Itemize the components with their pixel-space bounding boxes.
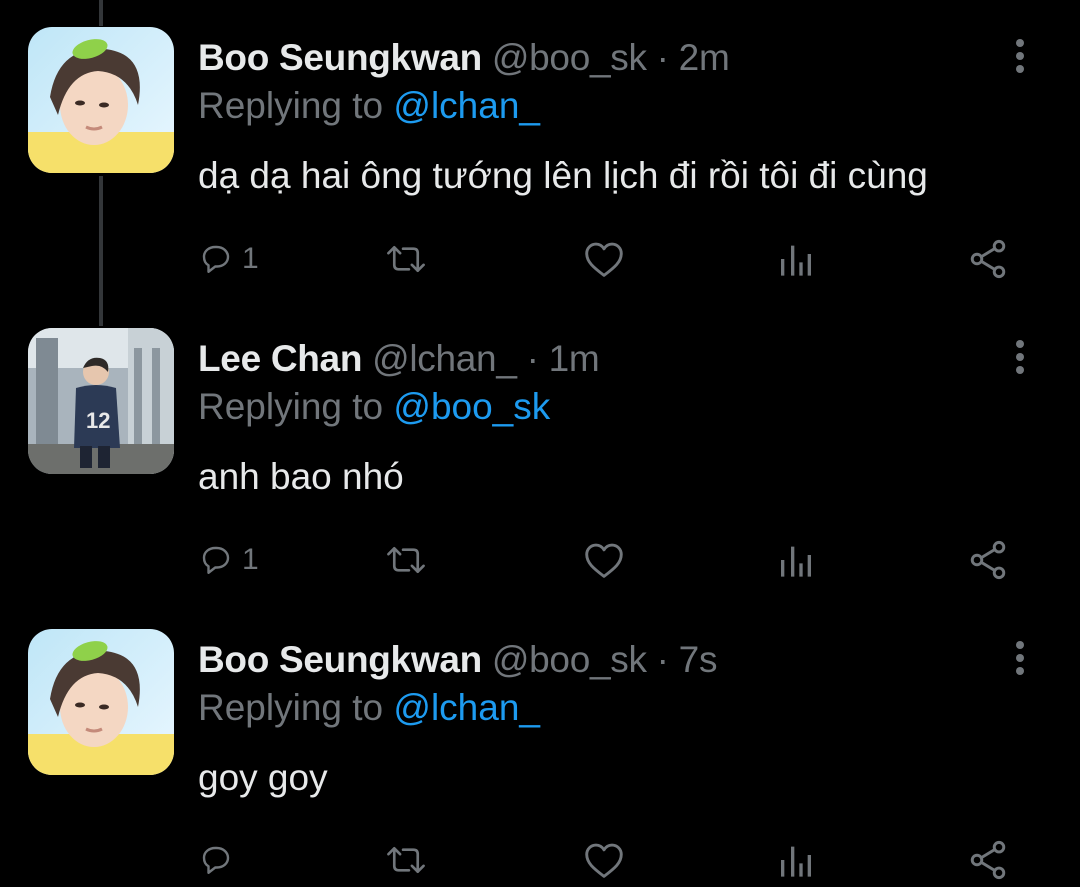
more-icon — [1016, 667, 1024, 675]
heart-icon — [585, 242, 623, 277]
avatar[interactable] — [28, 27, 174, 173]
heart-icon — [585, 543, 623, 578]
heart-icon — [585, 843, 623, 878]
svg-text:12: 12 — [86, 408, 110, 433]
user-handle[interactable]: @boo_sk — [492, 37, 647, 78]
tweet-text: dạ dạ hai ông tướng lên lịch đi rồi tôi … — [198, 155, 928, 196]
reply-button[interactable] — [198, 835, 242, 885]
retweet-button[interactable] — [384, 535, 428, 585]
retweet-icon — [387, 546, 425, 574]
tweet-header: Boo Seungkwan @boo_sk · 2m — [198, 36, 730, 80]
user-handle[interactable]: @boo_sk — [492, 639, 647, 680]
display-name[interactable]: Lee Chan — [198, 338, 362, 379]
timestamp[interactable]: 2m — [679, 37, 730, 78]
tweet-header: Lee Chan @lchan_ · 1m — [198, 337, 600, 381]
tweet-text: anh bao nhó — [198, 456, 404, 497]
share-icon — [970, 239, 1006, 279]
reply-button[interactable]: 1 — [198, 234, 259, 284]
tweet-header: Boo Seungkwan @boo_sk · 7s — [198, 638, 717, 682]
views-icon — [781, 846, 811, 877]
views-button[interactable] — [776, 234, 816, 284]
replying-to-label: Replying to — [198, 386, 384, 427]
views-icon — [781, 245, 811, 276]
mention-link[interactable]: @lchan_ — [393, 687, 540, 728]
tweet-thread: Boo Seungkwan @boo_sk · 2m Replying to @… — [0, 0, 1080, 887]
views-button[interactable] — [776, 835, 816, 885]
retweet-icon — [387, 846, 425, 874]
more-icon — [1016, 65, 1024, 73]
retweet-button[interactable] — [384, 234, 428, 284]
avatar[interactable] — [28, 629, 174, 775]
reply-count: 1 — [242, 543, 259, 576]
replying-to: Replying to @lchan_ — [198, 84, 540, 128]
timestamp[interactable]: 7s — [679, 639, 718, 680]
views-button[interactable] — [776, 535, 816, 585]
share-button[interactable] — [966, 835, 1010, 885]
retweet-button[interactable] — [384, 835, 428, 885]
reply-button[interactable]: 1 — [198, 535, 259, 585]
display-name[interactable]: Boo Seungkwan — [198, 639, 482, 680]
replying-to-label: Replying to — [198, 85, 384, 126]
tweet-actions: 1 — [198, 535, 1018, 585]
tweet[interactable]: Boo Seungkwan @boo_sk · 7s Replying to @… — [0, 602, 1080, 887]
retweet-icon — [387, 245, 425, 273]
reply-icon — [202, 245, 230, 273]
tweet[interactable]: 12 Lee Chan @lchan_ · 1m Replying to @bo… — [0, 301, 1080, 601]
display-name[interactable]: Boo Seungkwan — [198, 37, 482, 78]
separator-dot: · — [656, 37, 669, 78]
more-icon — [1016, 353, 1024, 361]
more-icon — [1016, 340, 1024, 348]
more-options-button[interactable] — [1000, 31, 1040, 81]
tweet-actions — [198, 835, 1018, 885]
more-icon — [1016, 366, 1024, 374]
reply-icon — [202, 846, 230, 874]
share-button[interactable] — [966, 535, 1010, 585]
user-handle[interactable]: @lchan_ — [372, 338, 517, 379]
tweet-text: goy goy — [198, 757, 328, 798]
share-icon — [970, 540, 1006, 580]
more-icon — [1016, 641, 1024, 649]
like-button[interactable] — [582, 535, 626, 585]
share-icon — [970, 840, 1006, 880]
separator-dot: · — [526, 338, 539, 379]
mention-link[interactable]: @boo_sk — [393, 386, 550, 427]
more-icon — [1016, 654, 1024, 662]
like-button[interactable] — [582, 234, 626, 284]
avatar[interactable]: 12 — [28, 328, 174, 474]
more-options-button[interactable] — [1000, 332, 1040, 382]
separator-dot: · — [656, 639, 669, 680]
share-button[interactable] — [966, 234, 1010, 284]
more-icon — [1016, 52, 1024, 60]
more-options-button[interactable] — [1000, 633, 1040, 683]
reply-count: 1 — [242, 242, 259, 275]
tweet[interactable]: Boo Seungkwan @boo_sk · 2m Replying to @… — [0, 0, 1080, 300]
views-icon — [781, 546, 811, 577]
tweet-actions: 1 — [198, 234, 1018, 284]
mention-link[interactable]: @lchan_ — [393, 85, 540, 126]
more-icon — [1016, 39, 1024, 47]
timestamp[interactable]: 1m — [549, 338, 600, 379]
reply-icon — [202, 546, 230, 574]
like-button[interactable] — [582, 835, 626, 885]
replying-to-label: Replying to — [198, 687, 384, 728]
replying-to: Replying to @boo_sk — [198, 385, 550, 429]
replying-to: Replying to @lchan_ — [198, 686, 540, 730]
